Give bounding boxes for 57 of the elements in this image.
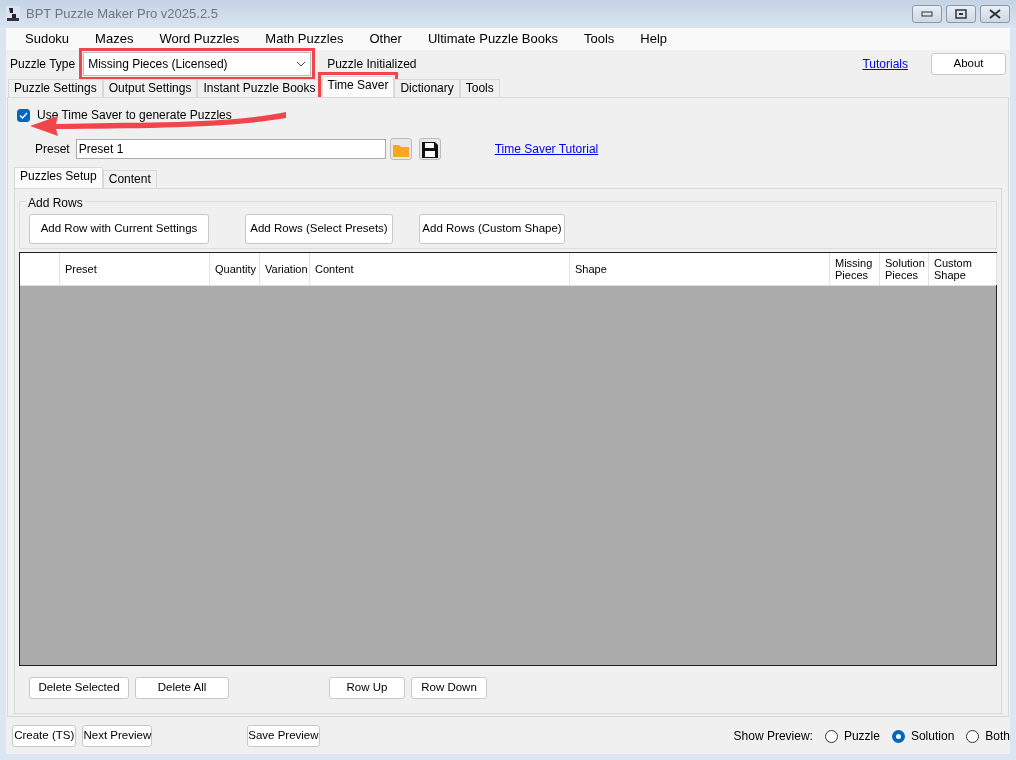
tab[interactable]: Dictionary (394, 79, 460, 97)
tutorials-link[interactable]: Tutorials (862, 55, 908, 73)
radio-label: Solution (910, 728, 955, 745)
save-icon[interactable] (418, 138, 441, 160)
menu-item[interactable]: Tools (571, 29, 628, 49)
preset-field[interactable]: Preset 1 (75, 139, 386, 159)
status-text: Puzzle Initialized (327, 56, 417, 73)
column-header: Solution Pieces (880, 253, 929, 285)
window-title: BPT Puzzle Maker Pro v2025.2.5 (26, 5, 218, 24)
footer-button[interactable]: Save Preview (247, 725, 320, 747)
add-rows-button[interactable]: Add Rows (Select Presets) (245, 214, 393, 244)
row-button[interactable]: Row Up (329, 677, 405, 699)
column-header: Content (310, 253, 570, 285)
row-button[interactable]: Delete All (135, 677, 229, 699)
close-icon (989, 9, 1001, 19)
tab[interactable]: Tools (459, 79, 500, 97)
app-logo-icon (6, 6, 20, 22)
tab[interactable]: Content (102, 170, 157, 188)
row-button[interactable]: Delete Selected (29, 677, 129, 699)
add-rows-button[interactable]: Add Rows (Custom Shape) (419, 214, 565, 244)
tab[interactable]: Puzzle Settings (8, 79, 103, 97)
menu-item[interactable]: Ultimate Puzzle Books (414, 29, 571, 49)
restore-icon (955, 9, 967, 19)
about-button[interactable]: About (931, 53, 1006, 75)
footer-button[interactable]: Next Preview (82, 725, 153, 747)
column-header: Quantity (210, 253, 260, 285)
preset-label: Preset (35, 141, 70, 158)
footer-button[interactable]: Create (TS) (12, 725, 77, 747)
menu-item[interactable]: Math Puzzles (252, 29, 357, 49)
menu-item[interactable]: Help (627, 29, 681, 49)
close-button[interactable] (980, 5, 1010, 23)
show-preview-label: Show Preview: (733, 728, 813, 745)
minimize-icon (921, 11, 933, 17)
column-header: Preset (60, 253, 210, 285)
radio-label: Both (985, 728, 1010, 745)
puzzle-type-label: Puzzle Type (10, 56, 76, 73)
column-header: Missing Pieces (830, 253, 880, 285)
menu-item[interactable]: Mazes (82, 29, 147, 49)
tab[interactable]: Instant Puzzle Books (197, 79, 322, 97)
tutorial-link[interactable]: Time Saver Tutorial (494, 140, 599, 158)
radio-button[interactable] (966, 729, 980, 743)
column-header: Variation (260, 253, 310, 285)
column-header: Shape (570, 253, 830, 285)
chevron-down-icon (296, 61, 307, 67)
radio-label: Puzzle (843, 728, 880, 745)
radio-button[interactable] (824, 729, 838, 743)
row-button[interactable]: Row Down (411, 677, 487, 699)
tab[interactable]: Output Settings (102, 79, 198, 97)
radio-button[interactable] (891, 729, 905, 743)
menu-item[interactable]: Sudoku (12, 29, 83, 49)
menu-item[interactable]: Word Puzzles (146, 29, 253, 49)
add-rows-button[interactable]: Add Row with Current Settings (29, 214, 209, 244)
column-header: Custom Shape (929, 253, 997, 285)
restore-button[interactable] (946, 5, 976, 23)
menu-item[interactable]: Other (356, 29, 415, 49)
checkbox[interactable] (17, 108, 30, 122)
tab[interactable]: Puzzles Setup (14, 167, 103, 188)
